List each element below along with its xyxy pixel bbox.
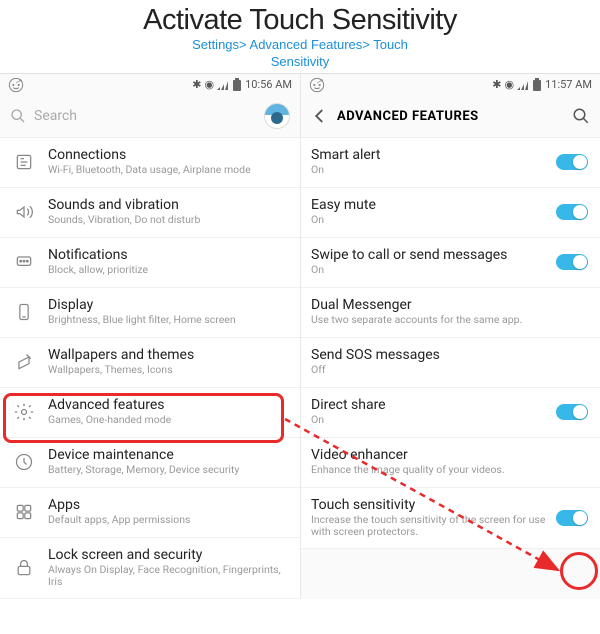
battery-icon <box>532 78 542 92</box>
settings-item[interactable]: AppsDefault apps, App permissions <box>0 488 300 538</box>
item-label: Sounds and vibration <box>48 197 288 213</box>
toggle-switch[interactable] <box>556 510 588 526</box>
settings-list: ConnectionsWi-Fi, Bluetooth, Data usage,… <box>0 138 300 599</box>
bluetooth-icon: ✱ <box>192 78 201 91</box>
toggle-switch[interactable] <box>556 254 588 270</box>
status-bar: ✱ ◉ 11:57 AM <box>301 74 600 96</box>
settings-item[interactable]: Wallpapers and themesWallpapers, Themes,… <box>0 338 300 388</box>
settings-item[interactable]: ConnectionsWi-Fi, Bluetooth, Data usage,… <box>0 138 300 188</box>
bluetooth-icon: ✱ <box>492 78 501 91</box>
search-icon <box>10 108 26 124</box>
settings-item[interactable]: Sounds and vibrationSounds, Vibration, D… <box>0 188 300 238</box>
item-sub: Increase the touch sensitivity of the sc… <box>311 514 556 539</box>
search-row[interactable]: Search <box>0 96 300 138</box>
toggle-switch[interactable] <box>556 204 588 220</box>
item-label: Notifications <box>48 247 288 263</box>
advanced-item[interactable]: Dual MessengerUse two separate accounts … <box>301 288 600 338</box>
item-label: Display <box>48 297 288 313</box>
item-sub: On <box>311 164 556 177</box>
screenshots-row: ✱ ◉ 10:56 AM Search ConnectionsWi-Fi, Bl… <box>0 73 600 599</box>
advanced-item[interactable]: Swipe to call or send messagesOn <box>301 238 600 288</box>
search-icon[interactable] <box>572 107 590 125</box>
item-label: Smart alert <box>311 147 556 163</box>
tutorial-header: Activate Touch Sensitivity Settings> Adv… <box>0 0 600 73</box>
item-sub: On <box>311 414 556 427</box>
battery-icon <box>232 78 242 92</box>
status-icons: ✱ ◉ 10:56 AM <box>192 78 292 92</box>
item-sub: Sounds, Vibration, Do not disturb <box>48 214 288 227</box>
item-sub: Use two separate accounts for the same a… <box>311 314 588 327</box>
wifi-icon: ◉ <box>504 78 514 91</box>
item-icon <box>10 452 38 472</box>
item-label: Device maintenance <box>48 447 288 463</box>
status-time: 11:57 AM <box>545 78 592 91</box>
advanced-item[interactable]: Easy muteOn <box>301 188 600 238</box>
page-header-title: ADVANCED FEATURES <box>337 109 564 124</box>
status-bar: ✱ ◉ 10:56 AM <box>0 74 300 96</box>
item-label: Touch sensitivity <box>311 497 556 513</box>
item-label: Video enhancer <box>311 447 588 463</box>
item-icon <box>10 502 38 522</box>
reddit-icon <box>309 77 325 93</box>
status-icons: ✱ ◉ 11:57 AM <box>492 78 592 92</box>
back-icon[interactable] <box>311 107 329 125</box>
item-icon <box>10 402 38 422</box>
wifi-icon: ◉ <box>204 78 214 91</box>
advanced-item[interactable]: Video enhancerEnhance the image quality … <box>301 438 600 488</box>
item-label: Send SOS messages <box>311 347 588 363</box>
item-sub: On <box>311 264 556 277</box>
item-label: Easy mute <box>311 197 556 213</box>
item-label: Advanced features <box>48 397 288 413</box>
item-icon <box>10 152 38 172</box>
page-header: ADVANCED FEATURES <box>301 96 600 138</box>
settings-item[interactable]: DisplayBrightness, Blue light filter, Ho… <box>0 288 300 338</box>
item-label: Dual Messenger <box>311 297 588 313</box>
settings-item[interactable]: Advanced featuresGames, One-handed mode <box>0 388 300 438</box>
advanced-features-list: Smart alertOnEasy muteOnSwipe to call or… <box>301 138 600 549</box>
item-icon <box>10 202 38 222</box>
advanced-item[interactable]: Send SOS messagesOff <box>301 338 600 388</box>
signal-icon <box>217 80 229 90</box>
advanced-item[interactable]: Touch sensitivityIncrease the touch sens… <box>301 488 600 549</box>
item-sub: Wi-Fi, Bluetooth, Data usage, Airplane m… <box>48 164 288 177</box>
settings-item[interactable]: Lock screen and securityAlways On Displa… <box>0 538 300 599</box>
item-icon <box>10 302 38 322</box>
item-sub: Enhance the image quality of your videos… <box>311 464 588 477</box>
item-sub: Always On Display, Face Recognition, Fin… <box>48 564 288 589</box>
item-label: Wallpapers and themes <box>48 347 288 363</box>
status-time: 10:56 AM <box>245 78 292 91</box>
item-icon <box>10 352 38 372</box>
advanced-item[interactable]: Smart alertOn <box>301 138 600 188</box>
toggle-switch[interactable] <box>556 404 588 420</box>
item-sub: Off <box>311 364 588 377</box>
toggle-switch[interactable] <box>556 154 588 170</box>
item-sub: Wallpapers, Themes, Icons <box>48 364 288 377</box>
item-label: Lock screen and security <box>48 547 288 563</box>
screenshot-right: ✱ ◉ 11:57 AM ADVANCED FEATURES Smart ale… <box>300 74 600 599</box>
item-label: Connections <box>48 147 288 163</box>
item-sub: Brightness, Blue light filter, Home scre… <box>48 314 288 327</box>
settings-item[interactable]: Device maintenanceBattery, Storage, Memo… <box>0 438 300 488</box>
breadcrumb: Settings> Advanced Features> Touch Sensi… <box>0 37 600 71</box>
item-label: Apps <box>48 497 288 513</box>
item-sub: Default apps, App permissions <box>48 514 288 527</box>
item-sub: On <box>311 214 556 227</box>
avatar[interactable] <box>264 103 290 129</box>
settings-item[interactable]: NotificationsBlock, allow, prioritize <box>0 238 300 288</box>
reddit-icon <box>8 77 24 93</box>
screenshot-left: ✱ ◉ 10:56 AM Search ConnectionsWi-Fi, Bl… <box>0 74 300 599</box>
search-input[interactable]: Search <box>10 108 258 124</box>
item-sub: Block, allow, prioritize <box>48 264 288 277</box>
item-label: Direct share <box>311 397 556 413</box>
item-sub: Battery, Storage, Memory, Device securit… <box>48 464 288 477</box>
item-icon <box>10 252 38 272</box>
item-label: Swipe to call or send messages <box>311 247 556 263</box>
item-icon <box>10 558 38 578</box>
page-title: Activate Touch Sensitivity <box>0 4 600 37</box>
signal-icon <box>517 80 529 90</box>
item-sub: Games, One-handed mode <box>48 414 288 427</box>
advanced-item[interactable]: Direct shareOn <box>301 388 600 438</box>
